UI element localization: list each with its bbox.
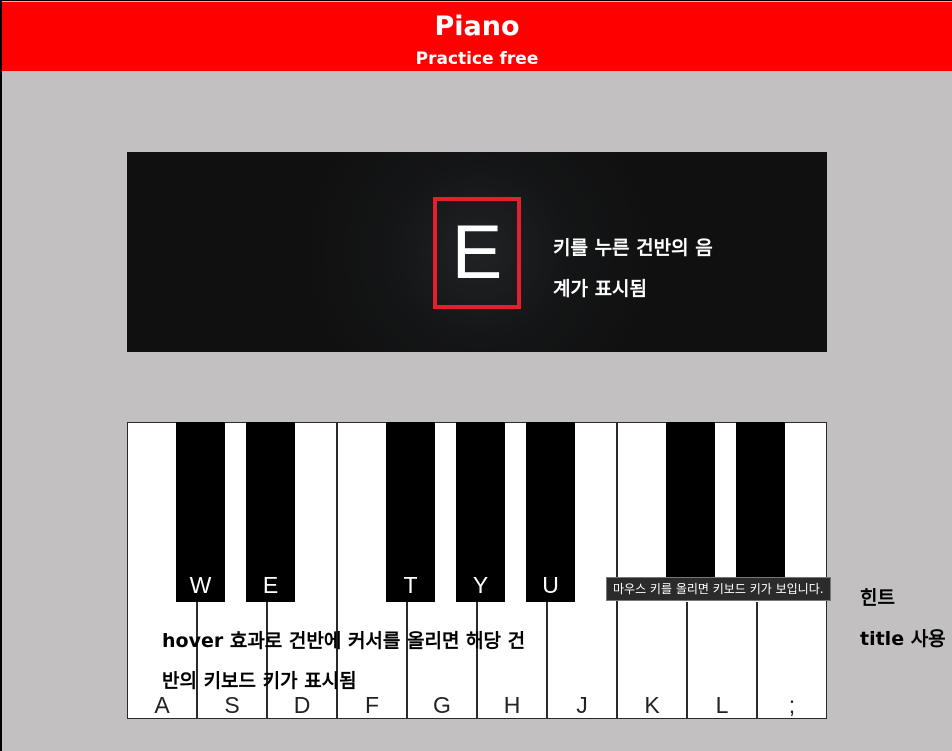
hover-caption: hover 효과로 건반에 커서를 올리면 해당 건 반의 키보드 키가 표시됨 [162, 630, 526, 692]
header-banner: Piano Practice free [2, 2, 952, 71]
frame-border-top [0, 0, 952, 1]
key-label: W [189, 572, 212, 598]
key-label: Y [472, 572, 489, 598]
black-key-y[interactable]: Y [456, 422, 505, 602]
key-label: ; [788, 692, 796, 718]
key-tooltip: 마우스 키를 올리면 키보드 키가 보입니다. [606, 577, 831, 601]
hover-underline [666, 601, 715, 602]
note-display-panel: E 키를 누른 건반의 음 계가 표시됨 [127, 152, 827, 352]
key-label: T [403, 572, 418, 598]
display-caption: 키를 누른 건반의 음 계가 표시됨 [553, 237, 713, 300]
key-label: U [542, 572, 559, 598]
black-key-p[interactable] [736, 422, 785, 602]
app-title: Piano [434, 11, 520, 42]
black-key-w[interactable]: W [176, 422, 225, 602]
frame-border-left [0, 0, 2, 751]
black-key-t[interactable]: T [386, 422, 435, 602]
key-label: E [262, 572, 279, 598]
hover-underline [736, 601, 785, 602]
black-key-o[interactable] [666, 422, 715, 602]
key-label: L [715, 692, 729, 718]
key-label: K [644, 692, 660, 718]
current-note-display: E [433, 197, 521, 309]
app-subtitle: Practice free [415, 49, 539, 69]
hint-text: 힌트 title 사용 [860, 587, 946, 650]
black-key-e[interactable]: E [246, 422, 295, 602]
black-key-u[interactable]: U [526, 422, 575, 602]
